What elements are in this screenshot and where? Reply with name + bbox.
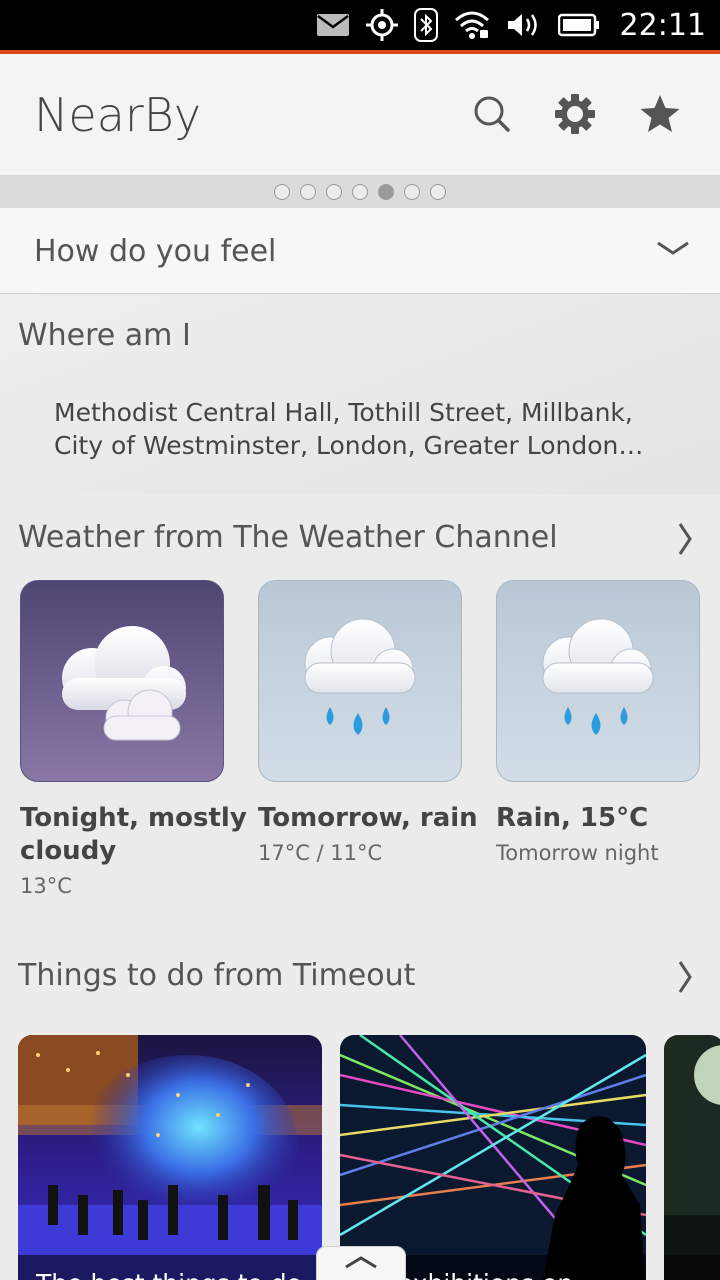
mood-dropdown[interactable]: How do you feel bbox=[0, 208, 720, 294]
search-button[interactable] bbox=[470, 92, 514, 136]
search-icon bbox=[474, 96, 510, 132]
page-dot[interactable] bbox=[352, 184, 368, 200]
weather-card-title: Tonight, mostly cloudy bbox=[20, 802, 247, 868]
ice-rink-image bbox=[18, 1035, 322, 1280]
mail-icon bbox=[316, 13, 350, 37]
page-dot-active[interactable] bbox=[378, 184, 394, 200]
weather-title-line: cloudy bbox=[20, 836, 117, 866]
location-icon bbox=[365, 9, 398, 41]
chevron-right-icon[interactable] bbox=[676, 960, 694, 994]
cloudy-night-icon bbox=[62, 626, 186, 741]
weather-card-temp: 17°C / 11°C bbox=[258, 841, 383, 865]
weather-title[interactable]: Weather from The Weather Channel bbox=[18, 520, 558, 555]
mood-dropdown-label: How do you feel bbox=[34, 234, 277, 269]
status-bar: 22:11 bbox=[0, 0, 720, 54]
page-dot[interactable] bbox=[430, 184, 446, 200]
bottom-edge-handle[interactable] bbox=[316, 1246, 406, 1280]
chevron-down-icon bbox=[657, 241, 689, 255]
chevron-up-icon bbox=[345, 1256, 377, 1269]
star-icon bbox=[640, 95, 680, 132]
where-title: Where am I bbox=[18, 318, 191, 353]
weather-card-tomorrow[interactable] bbox=[258, 580, 462, 782]
weather-card-temp: 13°C bbox=[20, 874, 72, 898]
favorites-button[interactable] bbox=[638, 92, 682, 136]
rain-icon bbox=[542, 618, 654, 735]
weather-card-subtitle: Tomorrow night bbox=[496, 841, 659, 865]
app-header: NearBy bbox=[0, 54, 720, 176]
timeout-card[interactable]: 10 exhibitions on bbox=[340, 1035, 646, 1280]
timeout-card[interactable]: The best things to do bbox=[18, 1035, 322, 1280]
timeout-card-caption bbox=[664, 1255, 720, 1280]
page-dot[interactable] bbox=[300, 184, 316, 200]
address-line: Methodist Central Hall, Tothill Street, … bbox=[54, 398, 633, 427]
timeout-card[interactable] bbox=[664, 1035, 720, 1280]
bluetooth-icon bbox=[413, 8, 438, 42]
weather-card-title: Rain, 15°C bbox=[496, 803, 649, 833]
laser-show-image bbox=[340, 1035, 646, 1280]
address-line: City of Westminster, London, Greater Lon… bbox=[54, 431, 644, 460]
page-dot[interactable] bbox=[404, 184, 420, 200]
volume-icon bbox=[506, 11, 542, 39]
wifi-icon bbox=[454, 10, 490, 40]
weather-card-title: Tomorrow, rain bbox=[258, 803, 478, 833]
event-image bbox=[664, 1035, 720, 1280]
chevron-right-icon[interactable] bbox=[676, 522, 694, 556]
page-dot[interactable] bbox=[274, 184, 290, 200]
battery-icon bbox=[557, 13, 600, 37]
weather-card-tomorrow-night[interactable] bbox=[496, 580, 700, 782]
weather-title-line: Tonight, mostly bbox=[20, 803, 247, 833]
weather-card-tonight[interactable] bbox=[20, 580, 224, 782]
clock: 22:11 bbox=[619, 7, 706, 43]
gear-icon bbox=[555, 94, 595, 134]
page-dot[interactable] bbox=[326, 184, 342, 200]
page-title: NearBy bbox=[34, 88, 202, 142]
rain-icon bbox=[304, 618, 416, 735]
settings-button[interactable] bbox=[553, 92, 597, 136]
address-text[interactable]: Methodist Central Hall, Tothill Street, … bbox=[54, 396, 674, 462]
timeout-title[interactable]: Things to do from Timeout bbox=[18, 958, 415, 993]
page-indicator bbox=[0, 176, 720, 208]
timeout-card-caption: The best things to do bbox=[18, 1255, 322, 1280]
